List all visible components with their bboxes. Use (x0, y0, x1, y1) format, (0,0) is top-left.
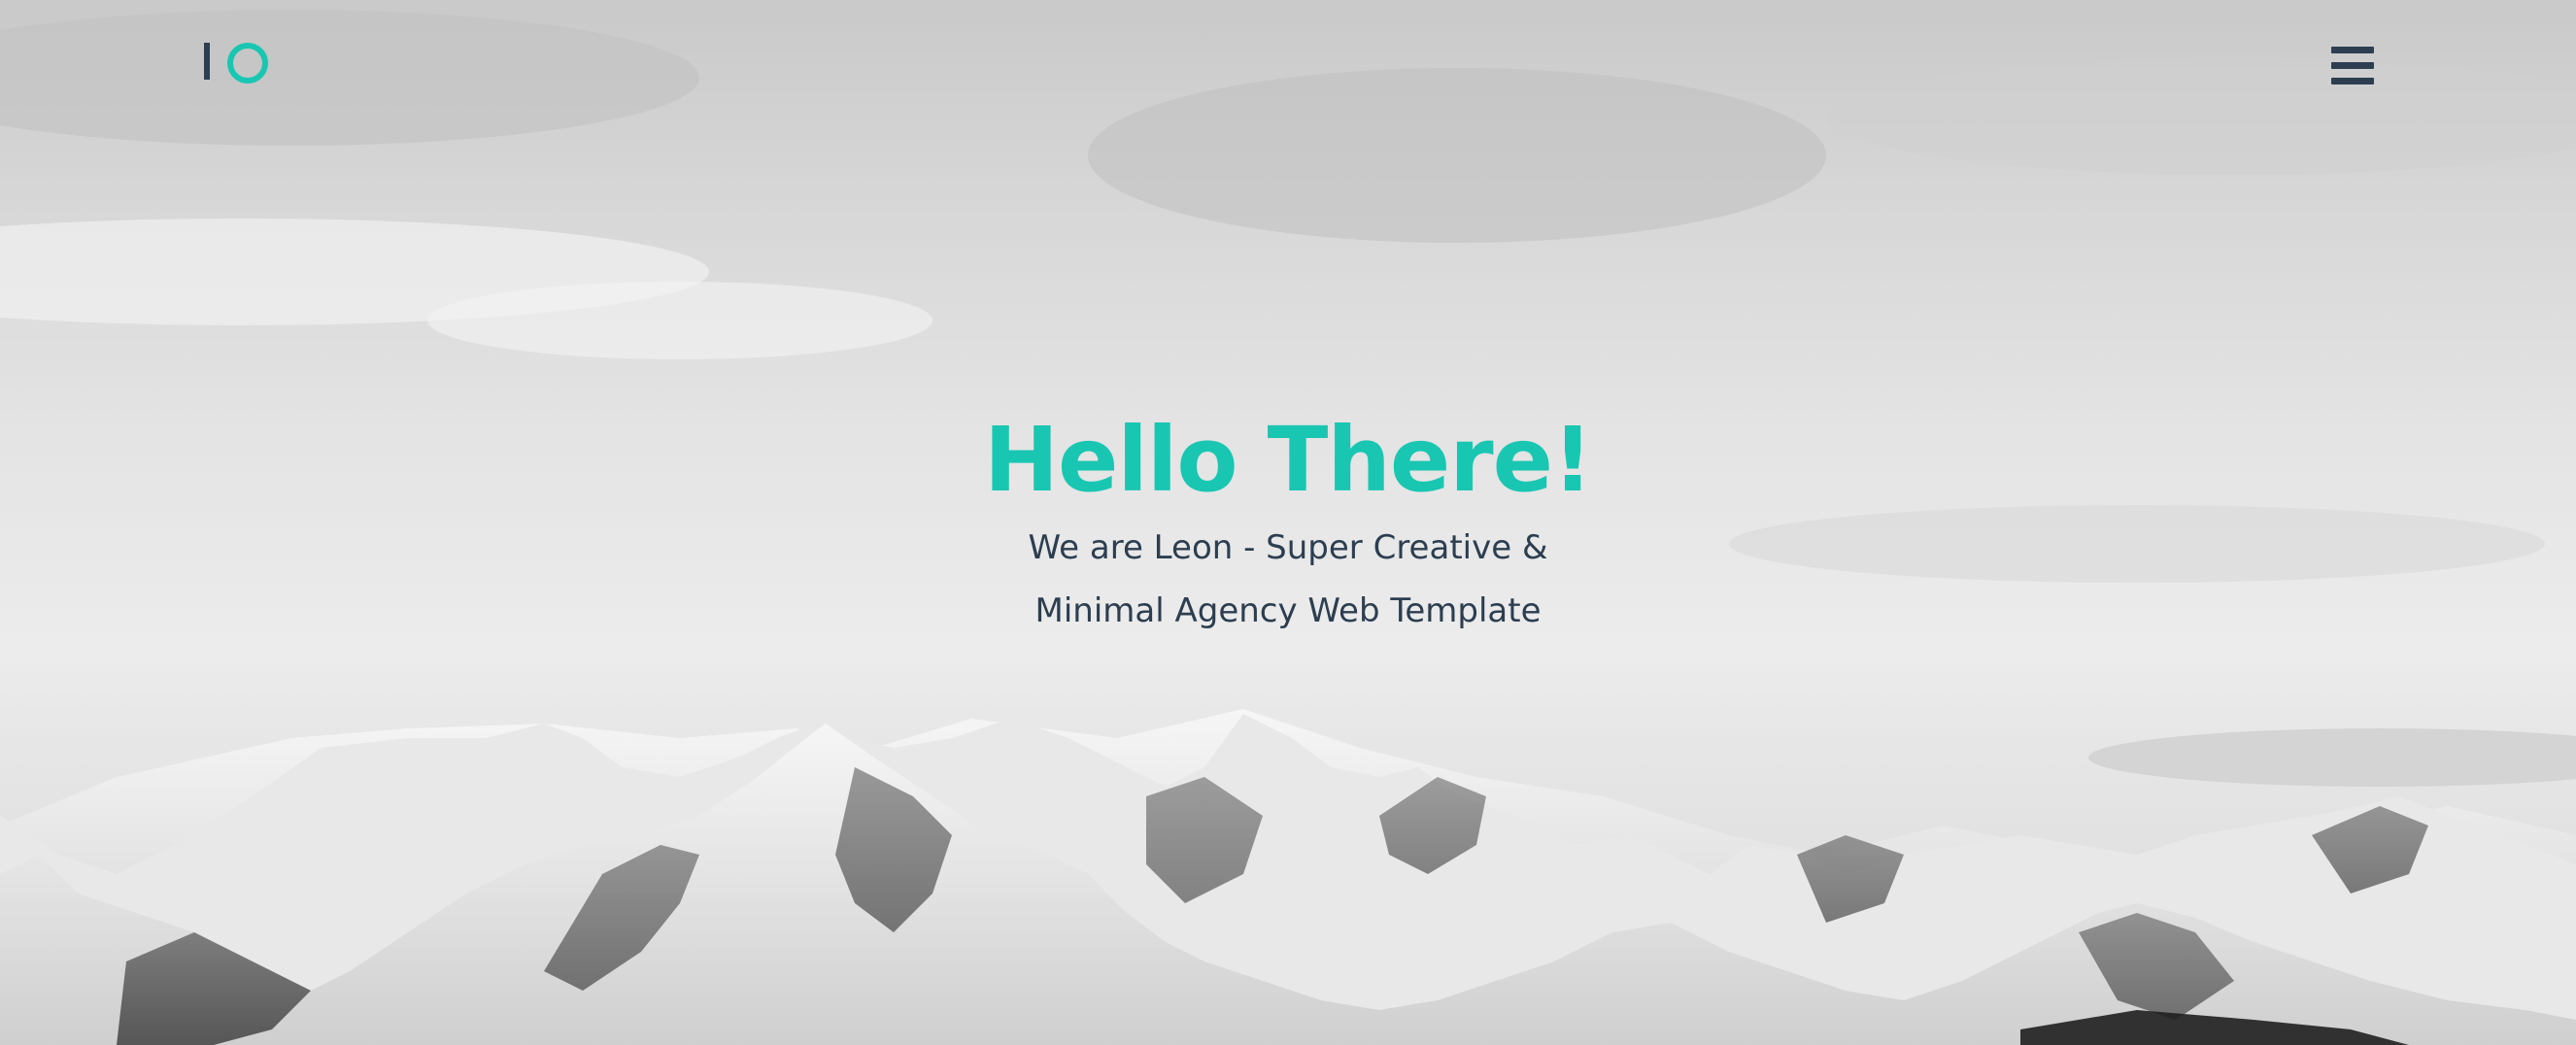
site-logo[interactable] (204, 39, 270, 84)
hero-title: Hello There! (983, 408, 1593, 512)
hero-subtitle-line-1: We are Leon - Super Creative & (1028, 528, 1548, 567)
menu-line-icon (2331, 78, 2374, 84)
menu-line-icon (2331, 47, 2374, 53)
logo-ring-icon (227, 43, 268, 84)
logo-bar-icon (204, 43, 210, 80)
hero-subtitle-line-2: Minimal Agency Web Template (1034, 591, 1542, 630)
hamburger-menu-button[interactable] (2331, 45, 2376, 87)
hero-section: Hello There! We are Leon - Super Creativ… (0, 0, 2576, 1045)
menu-line-icon (2331, 62, 2374, 69)
